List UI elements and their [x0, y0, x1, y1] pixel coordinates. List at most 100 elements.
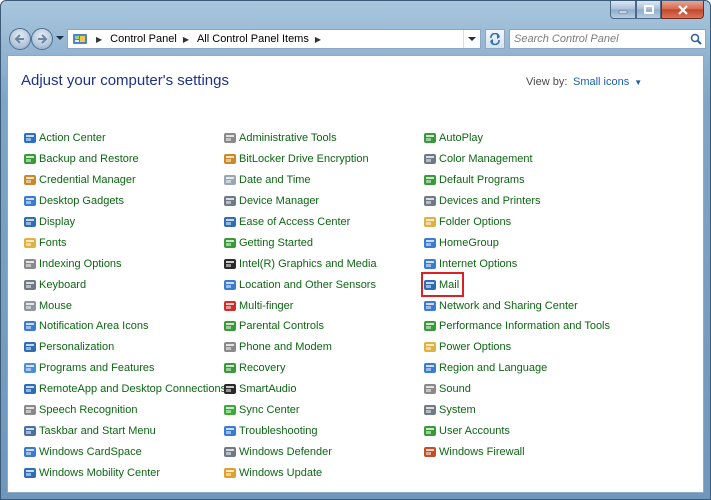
item-label: Mouse	[39, 299, 73, 312]
item-label: Windows Update	[239, 466, 323, 479]
control-panel-item-backup-and-restore[interactable]: Backup and Restore	[23, 149, 226, 170]
control-panel-item-default-programs[interactable]: Default Programs	[423, 170, 610, 191]
monitor-icon	[23, 215, 37, 229]
control-panel-item-mail[interactable]: Mail	[420, 272, 465, 298]
search-icon[interactable]	[687, 33, 705, 45]
control-panel-item-intel-r-graphics-and-media[interactable]: Intel(R) Graphics and Media	[223, 253, 377, 274]
control-panel-item-network-and-sharing-center[interactable]: Network and Sharing Center	[423, 295, 610, 316]
item-label: Getting Started	[239, 236, 313, 249]
items-column-3: AutoPlay Color Management Default Programs…	[420, 128, 610, 462]
control-panel-item-windows-firewall[interactable]: Windows Firewall	[423, 441, 610, 462]
minimize-button[interactable]	[610, 1, 636, 19]
smartaudio-icon	[223, 382, 237, 396]
control-panel-item-action-center[interactable]: Action Center	[23, 128, 226, 149]
control-panel-item-windows-cardspace[interactable]: Windows CardSpace	[23, 441, 226, 462]
control-panel-item-keyboard[interactable]: Keyboard	[23, 274, 226, 295]
item-label: Mail	[439, 278, 460, 291]
control-panel-item-speech-recognition[interactable]: Speech Recognition	[23, 400, 226, 421]
view-by-dropdown[interactable]: Small icons ▼	[573, 76, 642, 88]
control-panel-item-sync-center[interactable]: Sync Center	[223, 400, 377, 421]
item-label: System	[439, 404, 476, 417]
control-panel-item-desktop-gadgets[interactable]: Desktop Gadgets	[23, 191, 226, 212]
control-panel-item-remoteapp-and-desktop-connections[interactable]: RemoteApp and Desktop Connections	[23, 379, 226, 400]
item-label: User Accounts	[439, 424, 510, 437]
folder-fonts-icon	[23, 236, 37, 250]
item-label: Folder Options	[439, 216, 512, 228]
control-panel-item-homegroup[interactable]: HomeGroup	[423, 232, 610, 253]
item-label: Windows CardSpace	[39, 445, 142, 458]
recovery-icon	[223, 361, 237, 375]
page-title: Adjust your computer's settings	[21, 72, 229, 89]
item-label: Desktop Gadgets	[39, 195, 124, 208]
control-panel-item-sound[interactable]: Sound	[423, 379, 610, 400]
control-panel-item-getting-started[interactable]: Getting Started	[223, 232, 377, 253]
address-bar[interactable]: ▶ Control Panel ▶ All Control Panel Items…	[67, 29, 481, 49]
breadcrumb-control-panel[interactable]: Control Panel ▶	[110, 33, 197, 45]
control-panel-item-devices-and-printers[interactable]: Devices and Printers	[423, 191, 610, 212]
control-panel-item-recovery[interactable]: Recovery	[223, 358, 377, 379]
control-panel-item-fonts[interactable]: Fonts	[23, 232, 226, 253]
control-panel-item-user-accounts[interactable]: User Accounts	[423, 420, 610, 441]
autoplay-icon	[423, 131, 437, 145]
control-panel-item-parental-controls[interactable]: Parental Controls	[223, 316, 377, 337]
item-label: Performance Information and Tools	[439, 320, 610, 333]
network-icon	[423, 299, 437, 313]
control-panel-item-bitlocker-drive-encryption[interactable]: BitLocker Drive Encryption	[223, 149, 377, 170]
control-panel-item-performance-information-and-tools[interactable]: Performance Information and Tools	[423, 316, 610, 337]
control-panel-item-folder-options[interactable]: Folder Options	[423, 212, 610, 233]
control-panel-item-personalization[interactable]: Personalization	[23, 337, 226, 358]
control-panel-item-internet-options[interactable]: Internet Options	[423, 253, 610, 274]
control-panel-item-date-and-time[interactable]: Date and Time	[223, 170, 377, 191]
chevron-down-icon: ▼	[634, 77, 643, 87]
control-panel-item-windows-update[interactable]: Windows Update	[223, 462, 377, 483]
region-icon	[423, 361, 437, 375]
forward-arrow-icon	[38, 34, 48, 44]
control-panel-item-smartaudio[interactable]: SmartAudio	[223, 379, 377, 400]
control-panel-item-troubleshooting[interactable]: Troubleshooting	[223, 420, 377, 441]
admin-tools-icon	[223, 131, 237, 145]
maximize-icon	[643, 4, 654, 14]
folder-icon	[423, 215, 437, 229]
magnifier-icon	[23, 257, 37, 271]
breadcrumb-all-items[interactable]: All Control Panel Items ▶	[197, 33, 329, 45]
control-panel-item-multi-finger[interactable]: Multi-finger	[223, 295, 377, 316]
control-panel-item-taskbar-and-start-menu[interactable]: Taskbar and Start Menu	[23, 420, 226, 441]
item-label: Multi-finger	[239, 299, 294, 312]
recent-pages-dropdown[interactable]	[56, 35, 64, 43]
control-panel-item-administrative-tools[interactable]: Administrative Tools	[223, 128, 377, 149]
forward-button[interactable]	[31, 28, 53, 50]
control-panel-item-indexing-options[interactable]: Indexing Options	[23, 253, 226, 274]
item-label: SmartAudio	[239, 383, 297, 396]
internet-options-icon	[423, 257, 437, 271]
control-panel-item-color-management[interactable]: Color Management	[423, 149, 610, 170]
control-panel-item-power-options[interactable]: Power Options	[423, 337, 610, 358]
firewall-icon	[423, 445, 437, 459]
control-panel-item-mouse[interactable]: Mouse	[23, 295, 226, 316]
back-button[interactable]	[9, 28, 31, 50]
item-label: Color Management	[439, 153, 533, 166]
performance-icon	[423, 319, 437, 333]
refresh-button[interactable]	[485, 29, 505, 49]
control-panel-item-system[interactable]: System	[423, 400, 610, 421]
device-manager-icon	[223, 194, 237, 208]
search-input[interactable]	[510, 32, 687, 46]
control-panel-item-ease-of-access-center[interactable]: Ease of Access Center	[223, 212, 377, 233]
control-panel-item-device-manager[interactable]: Device Manager	[223, 191, 377, 212]
control-panel-item-windows-mobility-center[interactable]: Windows Mobility Center	[23, 462, 226, 483]
close-button[interactable]	[661, 1, 704, 19]
control-panel-item-windows-defender[interactable]: Windows Defender	[223, 441, 377, 462]
control-panel-item-display[interactable]: Display	[23, 212, 226, 233]
control-panel-item-location-and-other-sensors[interactable]: Location and Other Sensors	[223, 274, 377, 295]
item-label: Internet Options	[439, 257, 518, 270]
control-panel-item-autoplay[interactable]: AutoPlay	[423, 128, 610, 149]
address-dropdown[interactable]	[463, 30, 480, 48]
intel-graphics-icon	[223, 257, 237, 271]
search-box[interactable]	[509, 29, 706, 49]
control-panel-item-credential-manager[interactable]: Credential Manager	[23, 170, 226, 191]
control-panel-item-programs-and-features[interactable]: Programs and Features	[23, 358, 226, 379]
gadgets-icon	[23, 194, 37, 208]
maximize-button[interactable]	[636, 1, 661, 19]
control-panel-item-region-and-language[interactable]: Region and Language	[423, 358, 610, 379]
control-panel-item-notification-area-icons[interactable]: Notification Area Icons	[23, 316, 226, 337]
control-panel-item-phone-and-modem[interactable]: Phone and Modem	[223, 337, 377, 358]
